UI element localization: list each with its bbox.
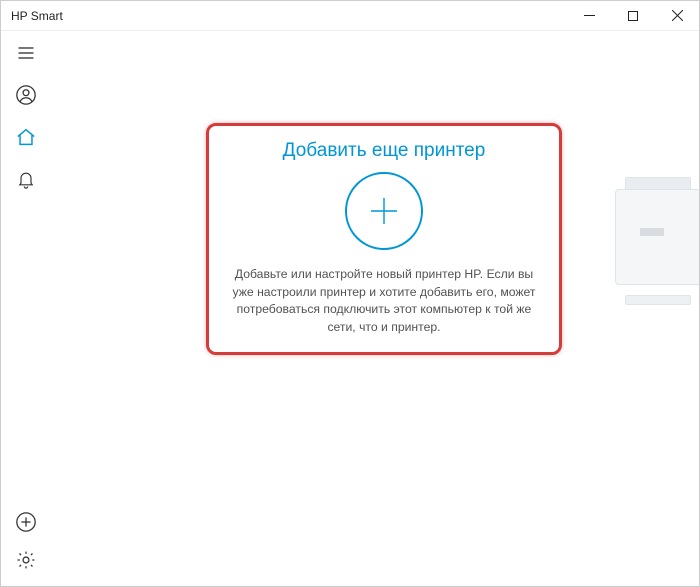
printer-body-icon [615, 189, 699, 285]
maximize-button[interactable] [611, 1, 655, 30]
app-window: HP Smart [0, 0, 700, 587]
account-icon[interactable] [14, 83, 38, 107]
window-controls [567, 1, 699, 30]
titlebar: HP Smart [1, 1, 699, 31]
window-title: HP Smart [11, 9, 63, 23]
printer-panel-icon [640, 228, 664, 236]
bell-icon[interactable] [14, 167, 38, 191]
printer-image[interactable] [599, 161, 699, 301]
add-printer-title: Добавить еще принтер [283, 140, 486, 162]
app-body: Добавить еще принтер Добавьте или настро… [1, 31, 699, 586]
home-icon[interactable] [14, 125, 38, 149]
add-printer-description: Добавьте или настройте новый принтер HP.… [231, 266, 537, 337]
hamburger-icon[interactable] [14, 41, 38, 65]
printer-tray-icon [625, 295, 691, 305]
add-printer-card[interactable]: Добавить еще принтер Добавьте или настро… [206, 123, 562, 355]
sidebar-bottom [14, 510, 38, 586]
main-content: Добавить еще принтер Добавьте или настро… [51, 31, 699, 586]
minimize-button[interactable] [567, 1, 611, 30]
close-button[interactable] [655, 1, 699, 30]
sidebar [1, 31, 51, 586]
plus-circle-icon[interactable] [345, 172, 423, 250]
settings-icon[interactable] [14, 548, 38, 572]
add-icon[interactable] [14, 510, 38, 534]
